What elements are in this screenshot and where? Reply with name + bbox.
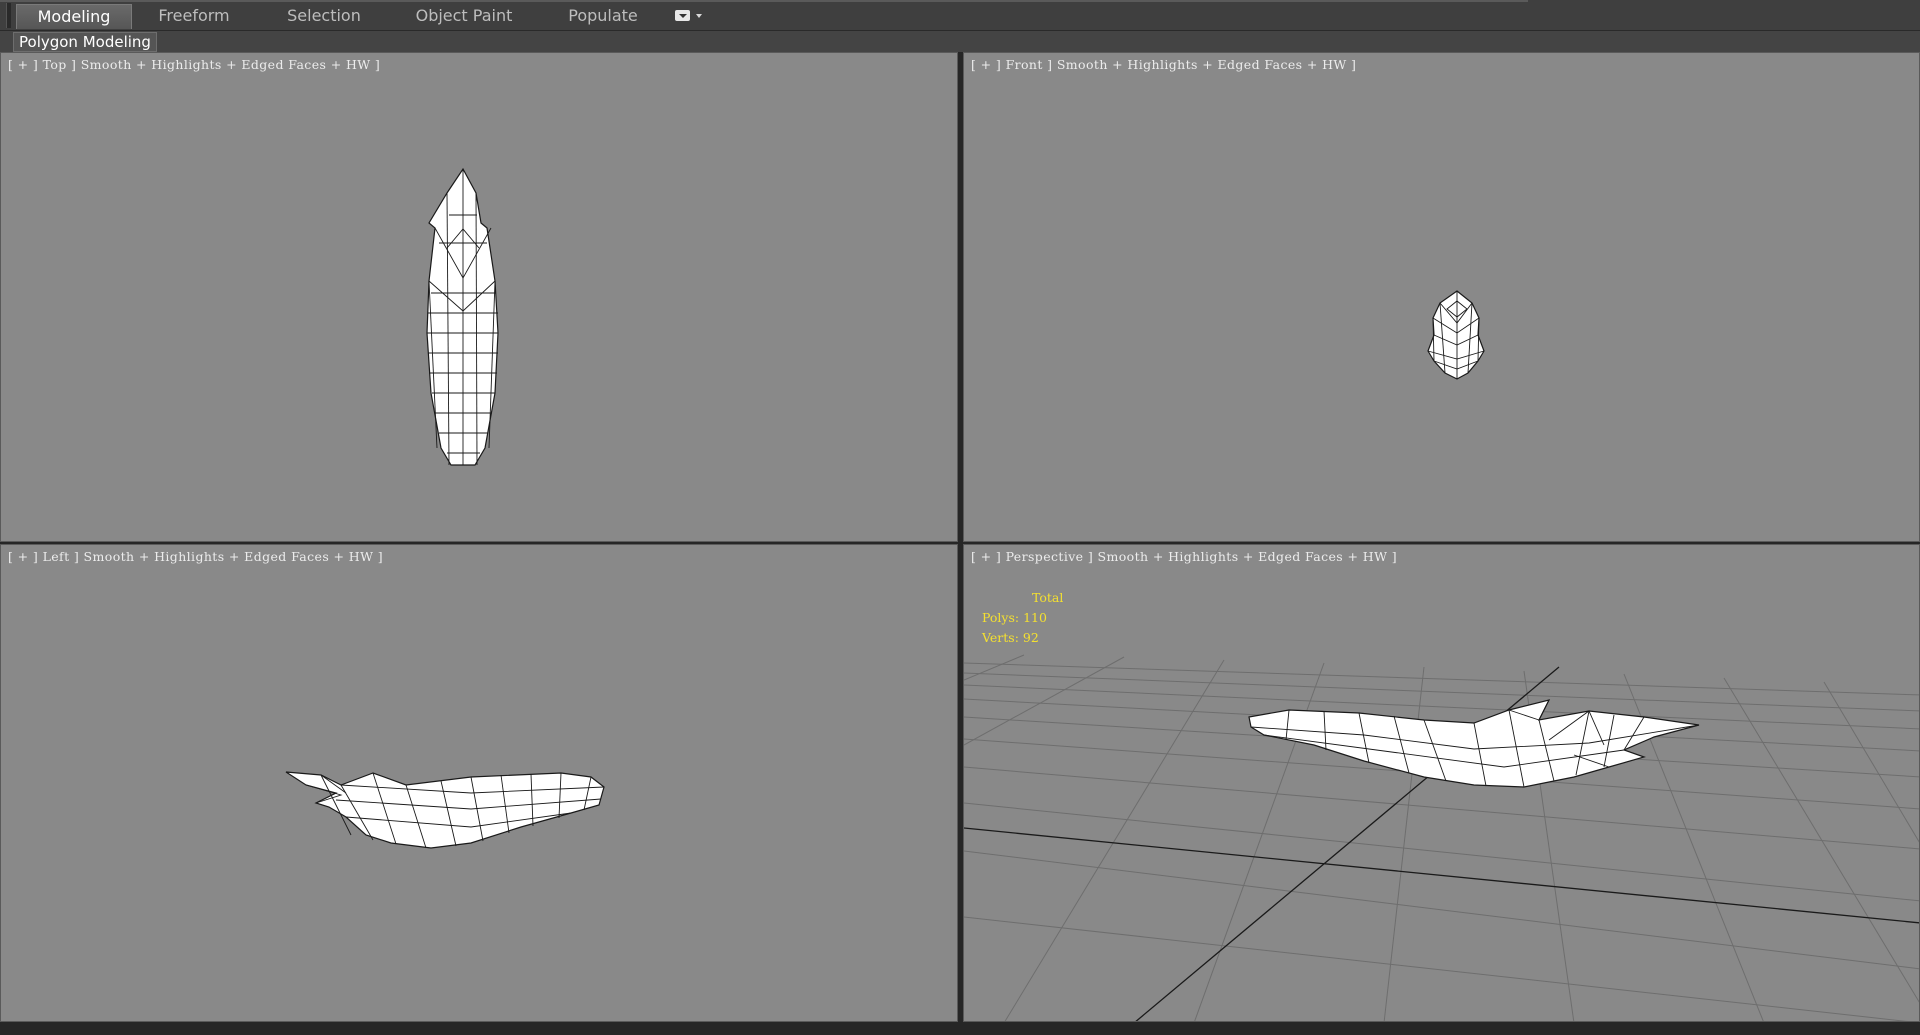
stats-polys: Polys: 110 (982, 610, 1047, 625)
viewport-left-view-name[interactable]: Left (43, 549, 70, 564)
viewport-top-driver[interactable]: HW (346, 57, 371, 72)
dropdown-toggle-icon (675, 10, 690, 21)
top-view-mesh (426, 167, 499, 466)
scene-statistics: Total Polys: 110 Verts: 92 (982, 588, 1063, 648)
viewport-left-driver[interactable]: HW (349, 549, 374, 564)
tab-populate[interactable]: Populate (550, 4, 656, 28)
ribbon-tab-bar: Modeling Freeform Selection Object Paint… (0, 0, 1920, 31)
viewport-front-view-name[interactable]: Front (1006, 57, 1043, 72)
stats-verts: Verts: 92 (982, 630, 1039, 645)
viewport-top-canvas[interactable] (1, 53, 958, 542)
ribbon-panel-bar: Polygon Modeling (0, 31, 1920, 52)
viewport-perspective-driver[interactable]: HW (1363, 549, 1388, 564)
viewport-layout: [ + ] Top ] Smooth + Highlights + Edged … (0, 52, 1920, 1035)
viewport-front[interactable]: [ + ] Front ] Smooth + Highlights + Edge… (963, 52, 1920, 542)
viewport-perspective[interactable]: [ + ] Perspective ] Smooth + Highlights … (963, 544, 1920, 1022)
polygon-modeling-panel-button[interactable]: Polygon Modeling (13, 32, 157, 52)
viewport-left-label[interactable]: [ + ] Left ] Smooth + Highlights + Edged… (8, 549, 383, 564)
viewport-top[interactable]: [ + ] Top ] Smooth + Highlights + Edged … (0, 52, 958, 542)
tab-freeform[interactable]: Freeform (140, 4, 248, 28)
viewport-top-menu-button[interactable]: + (18, 57, 29, 72)
viewport-top-view-name[interactable]: Top (43, 57, 67, 72)
left-view-mesh (285, 771, 605, 849)
tab-object-paint[interactable]: Object Paint (400, 4, 528, 28)
viewport-front-menu-button[interactable]: + (981, 57, 992, 72)
front-view-mesh (1427, 290, 1485, 380)
viewport-top-label[interactable]: [ + ] Top ] Smooth + Highlights + Edged … (8, 57, 380, 72)
viewport-front-driver[interactable]: HW (1322, 57, 1347, 72)
tab-selection[interactable]: Selection (270, 4, 378, 28)
viewport-front-shading-mode[interactable]: Smooth + Highlights + Edged Faces (1057, 57, 1303, 72)
ribbon-top-line (0, 0, 1528, 2)
viewport-left-shading-mode[interactable]: Smooth + Highlights + Edged Faces (84, 549, 330, 564)
viewport-perspective-view-name[interactable]: Perspective (1006, 549, 1084, 564)
home-grid (964, 654, 1919, 1021)
viewport-perspective-label[interactable]: [ + ] Perspective ] Smooth + Highlights … (971, 549, 1397, 564)
ribbon-options-dropdown[interactable] (672, 8, 706, 24)
viewport-left[interactable]: [ + ] Left ] Smooth + Highlights + Edged… (0, 544, 958, 1022)
viewport-front-canvas[interactable] (964, 53, 1920, 542)
stats-heading: Total (1032, 590, 1064, 605)
viewport-perspective-shading-mode[interactable]: Smooth + Highlights + Edged Faces (1098, 549, 1344, 564)
viewport-perspective-menu-button[interactable]: + (981, 549, 992, 564)
home-grid-axes (964, 666, 1919, 1021)
viewport-front-label[interactable]: [ + ] Front ] Smooth + Highlights + Edge… (971, 57, 1356, 72)
viewport-top-shading-mode[interactable]: Smooth + Highlights + Edged Faces (81, 57, 327, 72)
tab-modeling[interactable]: Modeling (16, 4, 132, 29)
chevron-down-icon (696, 14, 702, 18)
viewport-left-menu-button[interactable]: + (18, 549, 29, 564)
viewport-bottom-border (0, 1022, 1920, 1035)
viewport-left-canvas[interactable] (1, 545, 958, 1022)
ribbon-grip-handle[interactable] (6, 3, 11, 28)
viewport-perspective-canvas[interactable] (964, 545, 1920, 1022)
perspective-view-mesh (1248, 699, 1700, 788)
